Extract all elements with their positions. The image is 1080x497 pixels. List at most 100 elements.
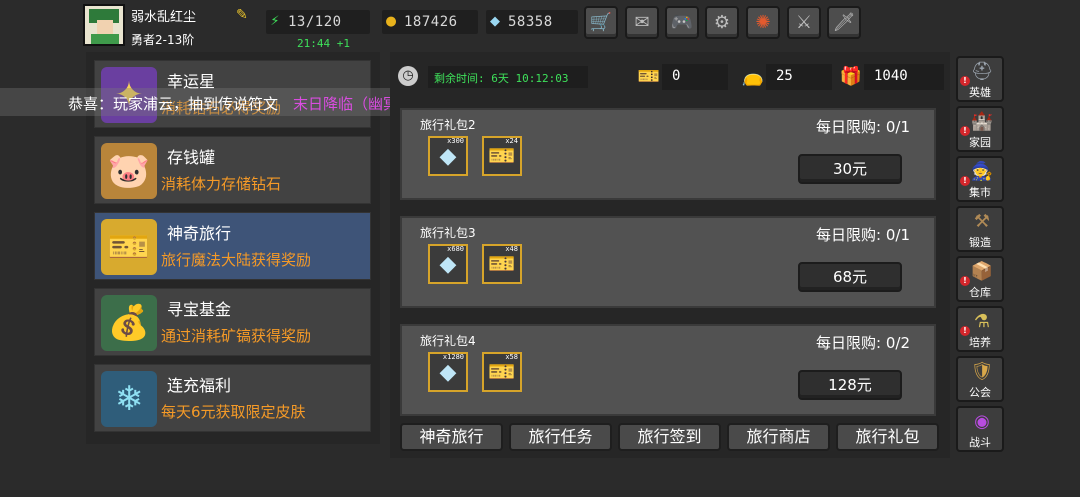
nav-storage[interactable]: 📦 ! 仓库 — [956, 256, 1004, 302]
bag-icon: 👝 — [741, 66, 765, 87]
settings-button[interactable]: ⚙ — [705, 6, 739, 39]
menu-card-title: 连充福利 — [167, 376, 232, 395]
menu-card-title: 寻宝基金 — [167, 300, 232, 319]
nav-hero[interactable]: ⛑ ! 英雄 — [956, 56, 1004, 102]
player-name: 弱水乱红尘 — [131, 10, 197, 25]
buy-button[interactable]: 30元 — [798, 154, 902, 184]
ticket-icon: 🎫 — [101, 219, 157, 275]
gold-value: 187426 — [404, 14, 458, 30]
wheel-icon: ✺ — [755, 12, 771, 33]
pack-item[interactable]: 🎫 x24 — [482, 136, 522, 176]
nav-label: 集市 — [969, 186, 991, 199]
lightning-icon: ⚡ — [270, 14, 280, 29]
nav-label: 公会 — [969, 386, 991, 399]
tab-magic-travel[interactable]: 神奇旅行 — [400, 423, 503, 451]
nav-label: 家园 — [969, 136, 991, 149]
chest-value: 1040 — [874, 68, 908, 84]
remaining-time: 剩余时间: 6天 10:12:03 — [428, 66, 588, 88]
nav-guild[interactable]: 🛡 公会 — [956, 356, 1004, 402]
ticket-icon: 🎫 — [488, 359, 516, 385]
pack-name: 旅行礼包3 — [420, 226, 476, 240]
marquee-text: 恭喜：玩家浦云，抽到传说符文 — [68, 95, 279, 113]
menu-card-title: 神奇旅行 — [167, 224, 232, 243]
storage-icon: 📦 — [970, 261, 994, 282]
helmet-icon: ⛑ — [970, 61, 994, 82]
mail-button[interactable]: ✉ — [625, 6, 659, 39]
tab-travel-shop[interactable]: 旅行商店 — [727, 423, 830, 451]
pack-item[interactable]: ◆ x1280 — [428, 352, 468, 392]
castle-icon: 🏰 — [970, 111, 994, 132]
diamond-icon: ◆ — [439, 359, 457, 385]
menu-card-desc: 消耗体力存储钻石 — [161, 175, 282, 193]
wheel-button[interactable]: ✺ — [746, 6, 780, 39]
tab-travel-signin[interactable]: 旅行签到 — [618, 423, 721, 451]
menu-card-treasure-fund[interactable]: 💰 寻宝基金 通过消耗矿镐获得奖励 — [94, 288, 371, 356]
item-count: x1280 — [442, 353, 464, 361]
menu-card-magic-travel[interactable]: 🎫 神奇旅行 旅行魔法大陆获得奖励 — [94, 212, 371, 280]
portal-icon: ◉ — [974, 411, 990, 432]
nav-label: 锻造 — [969, 236, 991, 249]
weapon-button[interactable]: ⚔ — [787, 6, 821, 39]
nav-label: 仓库 — [969, 286, 991, 299]
item-count: x300 — [447, 137, 464, 145]
guild-icon: 🛡 — [970, 361, 994, 382]
nav-market[interactable]: 🧙 ! 集市 — [956, 156, 1004, 202]
stamina-display[interactable]: ⚡ 13/120 — [266, 10, 370, 34]
gold-coin-icon: ● — [385, 14, 397, 29]
edit-name-icon[interactable]: ✎ — [236, 8, 252, 22]
gamepad-button[interactable]: 🎮 — [665, 6, 699, 39]
travel-pack-4: 旅行礼包4 每日限购: 0/2 ◆ x1280 🎫 x58 128元 — [400, 324, 936, 416]
pack-item[interactable]: 🎫 x58 — [482, 352, 522, 392]
menu-card-desc: 旅行魔法大陆获得奖励 — [161, 251, 312, 269]
ticket-icon: 🎫 — [637, 66, 661, 87]
item-count: x58 — [505, 353, 518, 361]
diamond-icon: ◆ — [439, 143, 457, 169]
travel-tabs: 神奇旅行 旅行任务 旅行签到 旅行商店 旅行礼包 — [400, 423, 940, 453]
piggy-bank-icon: 🐷 — [101, 143, 157, 199]
ticket-count: 🎫 0 — [638, 64, 728, 90]
diamond-display[interactable]: ◆ 58358 — [486, 10, 578, 34]
anvil-icon: ⚒ — [973, 211, 991, 232]
pack-item[interactable]: ◆ x680 — [428, 244, 468, 284]
mail-icon: ✉ — [634, 12, 650, 33]
gold-display[interactable]: ● 187426 — [382, 10, 478, 34]
menu-card-piggy-bank[interactable]: 🐷 存钱罐 消耗体力存储钻石 — [94, 136, 371, 204]
buy-button[interactable]: 68元 — [798, 262, 902, 292]
tab-travel-packs[interactable]: 旅行礼包 — [836, 423, 939, 451]
travel-pack-panel: ◷ 剩余时间: 6天 10:12:03 🎫 0 👝 25 🎁 1040 旅行礼包… — [390, 52, 950, 458]
nav-battle[interactable]: ◉ 战斗 — [956, 406, 1004, 452]
chest-count: 🎁 1040 — [840, 64, 944, 90]
nav-forge[interactable]: ⚒ 锻造 — [956, 206, 1004, 252]
pack-name: 旅行礼包4 — [420, 334, 476, 348]
item-count: x24 — [505, 137, 518, 145]
diamond-value: 58358 — [508, 14, 553, 30]
menu-card-recharge-bonus[interactable]: ❄ 连充福利 每天6元获取限定皮肤 — [94, 364, 371, 432]
avatar[interactable] — [83, 4, 125, 46]
item-count: x680 — [447, 245, 464, 253]
pack-item[interactable]: ◆ x300 — [428, 136, 468, 176]
shop-button[interactable]: 🛒 — [584, 6, 618, 39]
game-screen: 弱水乱红尘 勇者2-13阶 ✎ ⚡ 13/120 21:44 +1 ● 1874… — [0, 0, 1080, 497]
menu-card-desc: 通过消耗矿镐获得奖励 — [161, 327, 312, 345]
sword-button[interactable]: 🗡 — [827, 6, 861, 39]
stamina-value: 13/120 — [288, 14, 342, 30]
travel-pack-2: 旅行礼包2 每日限购: 0/1 ◆ x300 🎫 x24 30元 — [400, 108, 936, 200]
pack-limit: 每日限购: 0/1 — [816, 118, 910, 136]
pack-limit: 每日限购: 0/1 — [816, 226, 910, 244]
nav-home[interactable]: 🏰 ! 家园 — [956, 106, 1004, 152]
ticket-icon: 🎫 — [488, 251, 516, 277]
sword-icon: 🗡 — [832, 12, 856, 33]
tab-travel-tasks[interactable]: 旅行任务 — [509, 423, 612, 451]
pack-item[interactable]: 🎫 x48 — [482, 244, 522, 284]
ticket-value: 0 — [672, 68, 681, 84]
shop-icon: 🛒 — [589, 12, 613, 33]
nav-label: 英雄 — [969, 86, 991, 99]
stamina-regen-timer: 21:44 +1 — [297, 37, 350, 50]
buy-button[interactable]: 128元 — [798, 370, 902, 400]
nav-label: 战斗 — [969, 436, 991, 449]
player-rank: 勇者2-13阶 — [131, 33, 195, 47]
diamond-icon: ◆ — [439, 251, 457, 277]
nav-train[interactable]: ⚗ ! 培养 — [956, 306, 1004, 352]
travel-pack-3: 旅行礼包3 每日限购: 0/1 ◆ x680 🎫 x48 68元 — [400, 216, 936, 308]
treasure-bag-icon: 💰 — [101, 295, 157, 351]
